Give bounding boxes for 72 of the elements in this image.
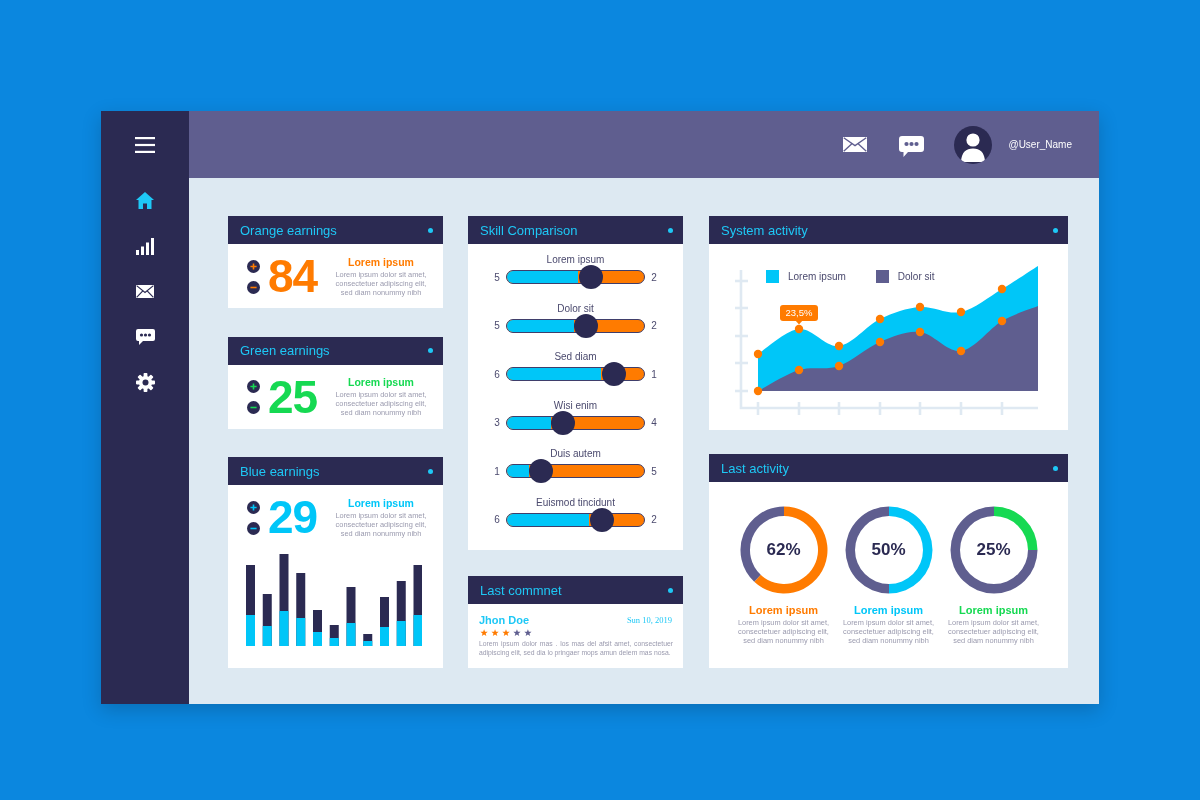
slider-thumb[interactable] [601,362,626,387]
slider-label: Euismod tincidunt [536,496,615,509]
slider-value: 5 [493,271,501,283]
slider-label: Lorem ipsum [546,254,605,266]
percent-label: 50% [871,540,906,560]
earnings-value: 25 [268,373,318,420]
percent-label: 62% [766,540,801,560]
ring-heading: Lorem ipsum [853,604,924,617]
card-title: System activity [721,222,808,238]
slider-fill [507,465,529,478]
chat-icon[interactable] [135,329,155,346]
slider-value: 1 [650,368,658,380]
card-title: Green earnings [240,343,330,358]
dot-icon [668,227,673,233]
dot-icon [428,227,433,233]
slider-fill [507,271,579,283]
plus-icon[interactable] [247,259,260,273]
card-title: Last activity [721,460,789,476]
plus-icon[interactable] [247,500,260,514]
user-name[interactable]: @User_Name [1008,139,1072,150]
minus-icon[interactable] [247,401,260,414]
slider-value: 5 [650,465,658,477]
card-title: Skill Comparison [480,222,578,238]
slider-value: 5 [493,320,501,332]
settings-icon[interactable] [135,373,155,393]
slider-value: 3 [493,417,501,429]
slider-value: 2 [650,514,658,526]
signal-bars-icon[interactable] [136,237,154,255]
dot-icon [1053,465,1058,471]
slider-thumb[interactable] [574,313,599,338]
ring-heading: Lorem ipsum [958,604,1029,617]
earnings-value: 84 [268,253,318,299]
slider-value: 2 [650,320,658,332]
slider-label: Dolor sit [557,302,594,315]
slider-label: Sed diam [554,351,597,364]
earnings-value: 29 [268,494,318,540]
author-name: Jhon Doe [479,614,530,626]
slider-thumb[interactable] [578,265,603,289]
chat-icon[interactable] [899,136,925,157]
slider-value: 6 [493,514,501,526]
blurb-heading: Lorem ipsum [348,376,414,389]
card-title: Orange earnings [240,222,337,238]
dot-icon [668,587,673,593]
slider-thumb[interactable] [589,507,614,532]
menu-icon[interactable] [135,137,155,153]
slider-label: Wisi enim [553,399,598,412]
blurb-heading: Lorem ipsum [348,496,414,510]
slider-value: 1 [493,465,501,477]
percent-label: 25% [976,540,1011,560]
slider-thumb[interactable] [529,459,554,484]
home-icon[interactable] [136,192,154,210]
plus-icon[interactable] [247,380,260,393]
mail-icon[interactable] [136,285,154,299]
slider-thumb[interactable] [551,410,576,435]
blurb-heading: Lorem ipsum [348,255,414,269]
slider-value: 4 [650,417,658,429]
card-title: Blue earnings [240,463,320,479]
slider-value: 2 [650,271,658,283]
ring-heading: Lorem ipsum [748,604,819,617]
card-title: Last commnet [480,582,562,598]
dot-icon [1053,227,1058,233]
minus-icon[interactable] [247,280,260,294]
slider-fill [507,319,574,332]
slider-value: 6 [493,368,501,380]
dot-icon [428,348,433,353]
slider-label: Duis autem [550,448,601,461]
slider-fill [507,416,551,429]
comment-date: Sun 10, 2019 [626,615,672,625]
mail-icon[interactable] [843,137,868,152]
avatar-icon[interactable] [954,125,993,164]
minus-icon[interactable] [247,521,260,535]
dot-icon [428,468,433,474]
